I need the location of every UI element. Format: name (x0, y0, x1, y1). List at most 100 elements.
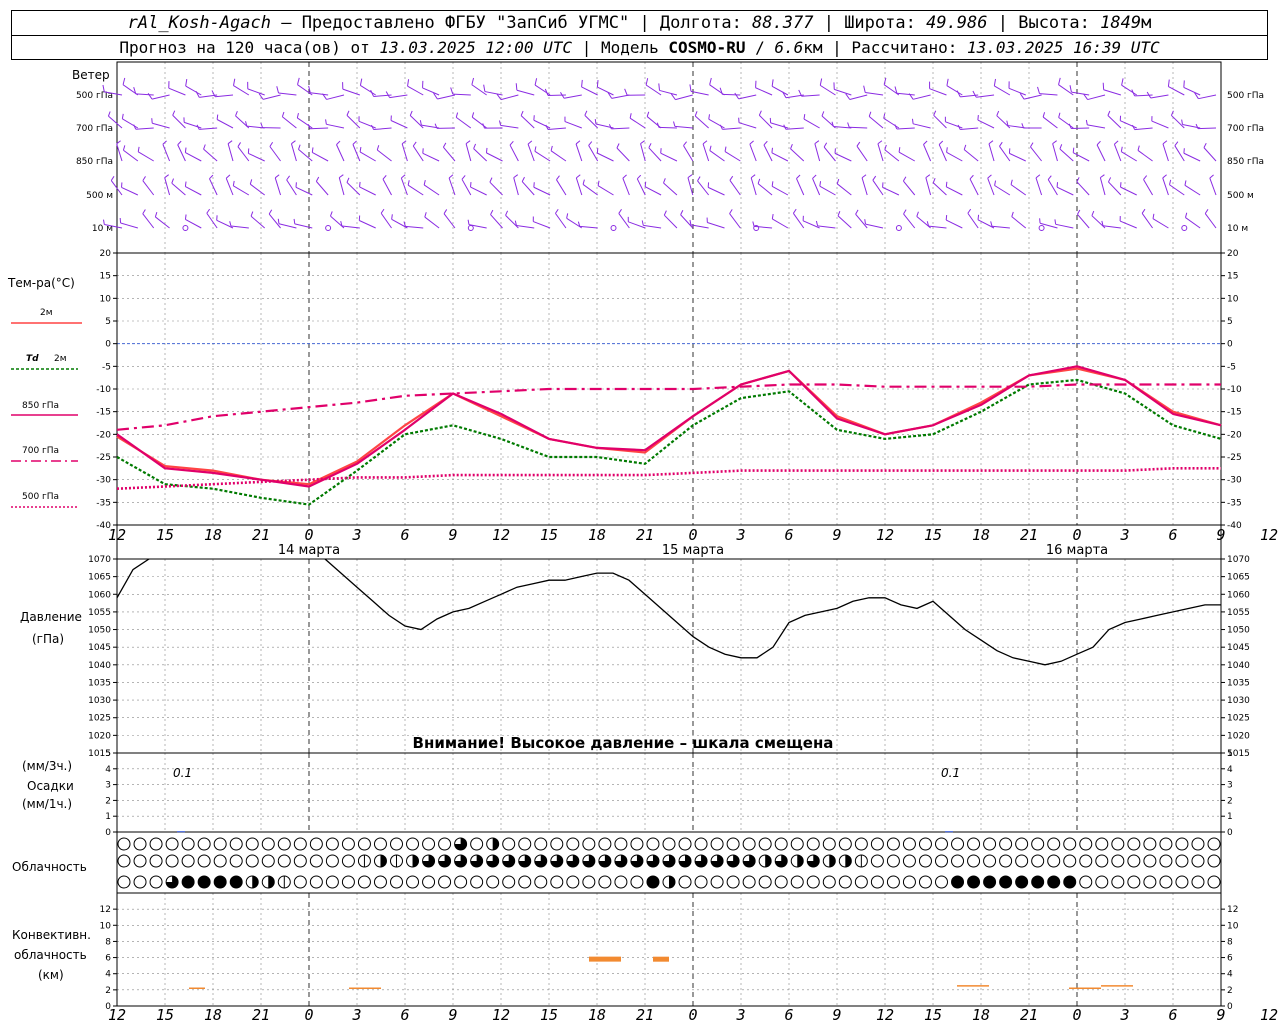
temp-hour-label: 18 (972, 526, 990, 544)
wind-barbs: 500 гПа 500 гПа700 гПа 700 гПа850 гПа 850 г… (76, 77, 1264, 234)
cloud-circle (293, 854, 307, 868)
wind-barb-flag (616, 143, 620, 149)
wind-barb (1076, 181, 1090, 196)
cloud-circle (838, 837, 852, 851)
wind-barb-flag (471, 112, 475, 118)
cloud-circle (1127, 854, 1141, 868)
cloud-circle (1031, 854, 1045, 868)
wind-barb (1099, 177, 1106, 196)
cloud-symbol (422, 875, 436, 889)
wind-barb (490, 214, 503, 229)
wind-barb (763, 144, 773, 162)
wind-barb (1058, 117, 1074, 129)
cloud-symbol (870, 837, 884, 851)
bottom-hour-label: 3 (351, 1006, 361, 1024)
wind-barb (1108, 181, 1122, 196)
wind-level-left: 500 м (86, 191, 113, 201)
bottom-hour-label: 9 (832, 1006, 841, 1024)
day-label: 16 марта (1046, 543, 1108, 558)
cloud-symbol (1159, 837, 1173, 851)
wind-barb-flag (819, 181, 822, 187)
cloud-symbol (935, 837, 948, 851)
wind-barb-flag (680, 210, 684, 215)
wind-barb-flag (489, 177, 493, 183)
wind-barb (772, 218, 789, 229)
wind-barb-flag (719, 87, 723, 95)
wind-barb (1023, 94, 1042, 100)
precip-bar (177, 831, 185, 833)
precip-unit3: (мм/3ч.) (22, 759, 72, 773)
cloud-circle (1159, 837, 1173, 851)
wind-barb (390, 120, 408, 129)
wind-barb-flag (515, 83, 518, 91)
cloud-circle (566, 837, 580, 851)
bottom-hour-label: 6 (1168, 1006, 1177, 1024)
cloud-label: Облачность (12, 860, 87, 874)
wind-barb (310, 92, 329, 96)
cloud-symbol (999, 837, 1013, 851)
cloud-symbol (774, 875, 788, 889)
wind-barb (286, 179, 297, 196)
cloud-circle (822, 837, 836, 851)
cloud-symbol (790, 875, 804, 889)
cloud-circle (229, 837, 243, 851)
pres-ylabel-left: 1045 (88, 643, 111, 653)
cloud-circle (1095, 854, 1109, 868)
wind-barb (925, 177, 932, 196)
wind-barb (738, 122, 757, 129)
bottom-hour-label: 15 (924, 1006, 942, 1024)
cloud-circle (935, 837, 948, 851)
wind-barb-flag (229, 221, 232, 227)
wind-barb (199, 127, 218, 130)
cloud-symbol (758, 837, 772, 851)
wind-barb-flag (1203, 142, 1207, 148)
cloud-symbol (967, 854, 981, 868)
wind-barb (237, 146, 250, 162)
wind-barb-flag (861, 174, 867, 179)
wind-barb (729, 213, 741, 229)
wind-barb (142, 213, 155, 229)
wind-barb-flag (648, 143, 652, 149)
wind-barb-flag (203, 144, 206, 150)
legend-td-level: 2м (54, 354, 67, 364)
temp-ylabel-right: 0 (1227, 340, 1233, 350)
wind-barb-flag (994, 180, 997, 186)
wind-calm (610, 225, 617, 231)
wind-barb-flag (916, 211, 919, 217)
wind-barb-flag (225, 174, 231, 179)
wind-barb-flag (485, 147, 488, 153)
cloud-circle (1207, 854, 1221, 868)
cloud-symbol (1079, 854, 1093, 868)
cloud-symbol (1031, 837, 1045, 851)
wind-barb-flag (597, 180, 600, 186)
wind-barb (1198, 94, 1217, 100)
cloud-symbol (550, 875, 564, 889)
legend-500-label: 500 гПа (22, 492, 59, 502)
cloud-symbol (1207, 837, 1221, 851)
temp-ylabel-left: -25 (96, 453, 111, 463)
cloud-circle (486, 875, 500, 889)
wind-barb (547, 127, 566, 131)
cloud-symbol (838, 837, 852, 851)
temp-hour-label: 0 (688, 526, 697, 544)
wind-barb (1197, 127, 1217, 130)
wind-calm (895, 225, 902, 231)
wind-barb-flag (575, 140, 581, 145)
wind-barb-flag (286, 175, 291, 181)
wind-barb (1143, 179, 1154, 196)
temp-ylabel-right: -35 (1227, 498, 1242, 508)
wind-barb-flag (729, 175, 734, 181)
wind-barb (674, 125, 693, 129)
cloud-symbol (1031, 875, 1045, 889)
cloud-symbol (806, 875, 820, 889)
wind-barb-flag (831, 121, 834, 127)
conv-ylabel-right: 8 (1227, 937, 1233, 947)
wind-barb-flag (534, 146, 537, 152)
wind-barb-flag (771, 213, 774, 220)
wind-barb-flag (1137, 145, 1140, 151)
wind-barb (883, 84, 900, 96)
wind-barb (707, 222, 725, 229)
wind-barb-flag (996, 110, 1000, 116)
cloud-symbol (806, 837, 820, 851)
wind-barb (274, 177, 282, 196)
